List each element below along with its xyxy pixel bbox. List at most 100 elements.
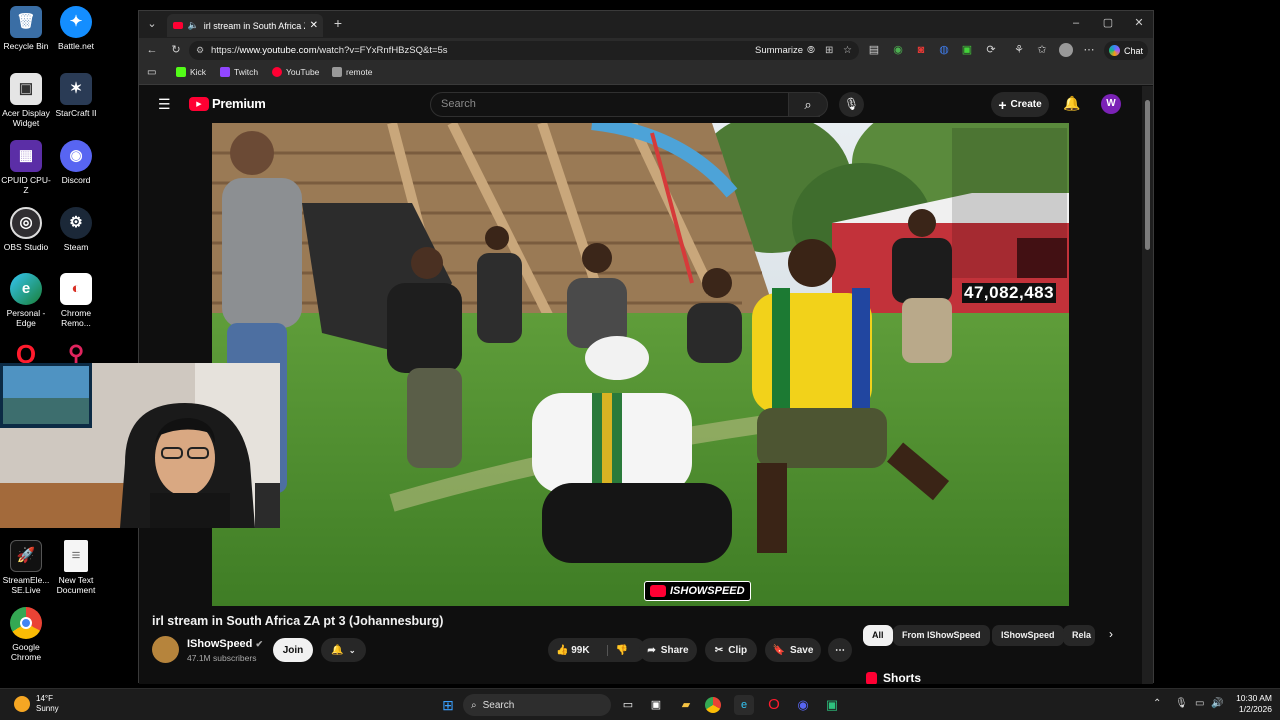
chip-all[interactable]: All	[863, 625, 893, 646]
obs-shortcut[interactable]: ◎ OBS Studio	[0, 207, 52, 252]
weather-widget[interactable]: 14°F Sunny	[14, 694, 59, 714]
extension-4-icon[interactable]: ◍	[937, 43, 951, 57]
notifications-subscribe-button[interactable]: 🔔 ⌄	[321, 638, 366, 662]
summarize-icon[interactable]: ⦾	[807, 45, 815, 56]
new-tab-icon[interactable]: +	[331, 16, 345, 30]
edge-taskbar-icon[interactable]: e	[734, 695, 754, 715]
maximize-icon[interactable]: ▢	[1101, 16, 1115, 30]
remote-icon	[332, 67, 342, 77]
discord-taskbar-icon[interactable]: ◉	[793, 695, 813, 715]
create-button[interactable]: + Create	[991, 92, 1049, 117]
volume-tray-icon[interactable]: 🔊	[1211, 698, 1223, 709]
video-title: irl stream in South Africa ZA pt 3 (Joha…	[152, 614, 444, 628]
hamburger-menu-icon[interactable]: ☰	[158, 96, 171, 113]
chips-next-chevron-icon[interactable]: ›	[1109, 627, 1113, 641]
more-options-icon[interactable]: ⋯	[1082, 43, 1096, 57]
shortcut-label: New Text Document	[56, 575, 96, 595]
address-bar[interactable]: ⚙ https://www.youtube.com/watch?v=FYxRnf…	[189, 41, 859, 60]
shortcut-label: StarCraft II	[55, 108, 97, 118]
chrome-remote-shortcut[interactable]: ◐ Chrome Remo...	[50, 273, 102, 328]
starcraft-shortcut[interactable]: ✶ StarCraft II	[50, 73, 102, 118]
back-icon[interactable]: ←	[145, 43, 159, 57]
scrollbar-thumb[interactable]	[1145, 100, 1150, 250]
extensions-puzzle-icon[interactable]: ⚘	[1012, 43, 1026, 57]
file-explorer-icon[interactable]: ▰	[676, 695, 696, 715]
refresh-icon[interactable]: ↻	[169, 43, 183, 57]
streamelements-shortcut[interactable]: 🚀 StreamEle... SE.Live	[0, 540, 52, 595]
channel-name[interactable]: IShowSpeed ✔	[187, 638, 263, 650]
microphone-tray-icon[interactable]: 🎙	[1175, 698, 1188, 709]
speaker-icon[interactable]: 🔈	[188, 20, 199, 31]
favorites-icon[interactable]: ✩	[1035, 43, 1049, 57]
favorites-folder[interactable]: ▭	[147, 67, 156, 78]
voice-search-button[interactable]: 🎙	[839, 92, 864, 117]
minimize-icon[interactable]: –	[1069, 16, 1083, 30]
favorite-twitch[interactable]: Twitch	[220, 67, 258, 77]
edge-personal-shortcut[interactable]: e Personal - Edge	[0, 273, 52, 328]
share-label: Share	[660, 644, 689, 656]
recycle-bin-shortcut[interactable]: 🗑 Recycle Bin	[0, 6, 52, 51]
chip-ishowspeed[interactable]: IShowSpeed	[992, 625, 1064, 646]
chip-from-ishowspeed[interactable]: From IShowSpeed	[893, 625, 990, 646]
site-info-icon[interactable]: ⚙	[196, 45, 204, 56]
chip-related[interactable]: Rela	[1063, 625, 1095, 646]
join-button[interactable]: Join	[273, 638, 313, 662]
favorite-youtube[interactable]: YouTube	[272, 67, 319, 77]
favorite-remote[interactable]: remote	[332, 67, 372, 77]
favorite-label: Twitch	[234, 67, 259, 77]
search-icon: ⌕	[471, 699, 477, 711]
search-button[interactable]: ⌕	[788, 92, 828, 117]
share-icon: ➦	[647, 644, 656, 656]
favorite-label: YouTube	[286, 67, 320, 77]
tray-overflow-chevron-icon[interactable]: ⌃	[1153, 698, 1161, 709]
account-avatar[interactable]: W	[1101, 94, 1121, 114]
extension-5-icon[interactable]: ▣	[960, 43, 974, 57]
extension-3-icon[interactable]: ◙	[914, 43, 928, 57]
widgets-icon[interactable]: ▣	[646, 695, 666, 715]
summarize-button[interactable]: Summarize	[755, 45, 803, 56]
cpuz-shortcut[interactable]: ▦ CPUID CPU-Z	[0, 140, 52, 195]
taskbar-clock[interactable]: 10:30 AM 1/2/2026	[1228, 693, 1272, 715]
close-window-icon[interactable]: ✕	[1132, 16, 1146, 30]
copilot-chat-button[interactable]: Chat	[1104, 41, 1148, 60]
chrome-remote-icon: ◐	[60, 273, 92, 305]
dislike-button[interactable]: 👎	[606, 644, 628, 656]
split-screen-icon[interactable]: ⊞	[825, 45, 833, 56]
extension-6-icon[interactable]: ⟳	[984, 43, 998, 57]
app-taskbar-icon[interactable]: ▣	[822, 695, 842, 715]
tab-actions-chevron-icon[interactable]: ⌄	[145, 17, 159, 31]
tab-youtube[interactable]: 🔈 irl stream in South Africa ZA pt ✕	[167, 14, 323, 37]
share-button[interactable]: ➦ Share	[639, 638, 697, 662]
close-tab-icon[interactable]: ✕	[310, 20, 318, 31]
notifications-bell-icon[interactable]: 🔔	[1063, 95, 1080, 112]
chrome-taskbar-icon[interactable]	[705, 697, 721, 713]
clip-button[interactable]: ✂ Clip	[705, 638, 757, 662]
display-tray-icon[interactable]: ▭	[1195, 698, 1204, 709]
battlenet-shortcut[interactable]: ✦ Battle.net	[50, 6, 102, 51]
search-input[interactable]: Search	[430, 92, 820, 117]
extension-1-icon[interactable]: ▤	[867, 43, 881, 57]
start-windows-icon[interactable]: ⊞	[438, 695, 458, 715]
tab-title: irl stream in South Africa ZA pt	[203, 20, 305, 31]
opera-taskbar-icon[interactable]: O	[764, 695, 784, 715]
profile-avatar-icon[interactable]	[1059, 43, 1073, 57]
favorite-star-icon[interactable]: ☆	[843, 45, 852, 56]
extension-2-icon[interactable]: ◉	[891, 43, 905, 57]
channel-avatar[interactable]	[152, 636, 179, 663]
page-scrollbar[interactable]	[1142, 86, 1153, 684]
google-chrome-shortcut[interactable]: Google Chrome	[0, 607, 52, 662]
more-actions-button[interactable]: ⋯	[828, 638, 852, 662]
like-button[interactable]: 👍 99K	[556, 645, 590, 656]
task-view-icon[interactable]: ▭	[618, 695, 638, 715]
taskbar-search[interactable]: ⌕ Search	[463, 694, 611, 716]
discord-shortcut[interactable]: ◉ Discord	[50, 140, 102, 185]
copilot-icon	[1109, 45, 1120, 56]
starcraft-icon: ✶	[60, 73, 92, 105]
steam-shortcut[interactable]: ⚙ Steam	[50, 207, 102, 252]
video-player[interactable]: 47,082,483 ISHOWSPEED	[212, 123, 1069, 606]
save-button[interactable]: 🔖 Save	[765, 638, 821, 662]
youtube-premium-logo[interactable]: ▶ Premium	[189, 96, 266, 111]
favorite-kick[interactable]: Kick	[176, 67, 206, 77]
acer-display-widget-shortcut[interactable]: ▣ Acer Display Widget	[0, 73, 52, 128]
new-text-document-shortcut[interactable]: ≡ New Text Document	[50, 540, 102, 595]
